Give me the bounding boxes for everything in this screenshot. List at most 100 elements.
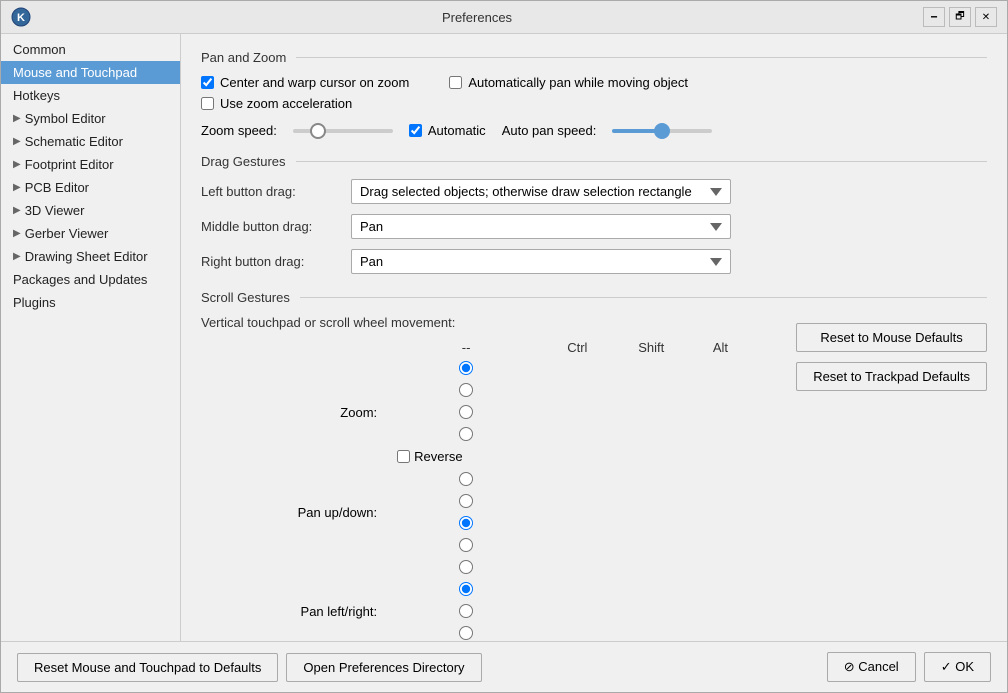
vertical-movement-label: Vertical touchpad or scroll wheel moveme… [201,315,780,330]
zoom-shift-cell [389,401,543,423]
window-title: Preferences [31,10,923,25]
panleftright-ctrl-radio[interactable] [459,582,473,596]
panleftright-default-radio[interactable] [459,560,473,574]
footer-left: Reset Mouse and Touchpad to Defaults Ope… [17,653,827,682]
footer-right: ⊘ Cancel ✓ OK [827,652,991,682]
col-alt-header: Alt [691,338,750,357]
reset-mouse-touchpad-button[interactable]: Reset Mouse and Touchpad to Defaults [17,653,278,682]
left-button-drag-select[interactable]: Drag selected objects; otherwise draw se… [351,179,731,204]
zoom-default-cell [389,357,543,379]
sidebar-label-mouse-touchpad: Mouse and Touchpad [13,65,137,80]
col-shift-header: Shift [612,338,691,357]
panupdown-ctrl-radio[interactable] [459,494,473,508]
sidebar-item-footprint-editor[interactable]: ▶ Footprint Editor [1,153,180,176]
sidebar-label-plugins: Plugins [13,295,56,310]
panupdown-shift-radio[interactable] [459,516,473,530]
center-warp-checkbox[interactable] [201,76,214,89]
preferences-window: K Preferences 🗕 🗗 ✕ Common Mouse and Tou… [0,0,1008,693]
content-area: Common Mouse and Touchpad Hotkeys ▶ Symb… [1,34,1007,641]
table-row: Pan up/down: [201,468,780,556]
sidebar-item-plugins[interactable]: Plugins [1,291,180,314]
sidebar-item-common[interactable]: Common [1,38,180,61]
chevron-icon: ▶ [13,182,21,193]
panupdown-default-cell [389,468,543,490]
panleftright-ctrl-cell [389,578,543,600]
right-button-drag-label: Right button drag: [201,254,351,269]
zoom-accel-checkbox[interactable] [201,97,214,110]
chevron-icon: ▶ [13,113,21,124]
col-reverse-header [750,338,780,357]
zoom-ctrl-radio[interactable] [459,383,473,397]
sidebar-label-drawing-sheet-editor: Drawing Sheet Editor [25,249,148,264]
maximize-button[interactable]: 🗗 [949,7,971,27]
sidebar-label-hotkeys: Hotkeys [13,88,60,103]
scroll-gestures-section: Scroll Gestures Vertical touchpad or scr… [201,290,987,641]
auto-pan-speed-slider[interactable] [612,129,712,133]
panleftright-shift-cell [389,600,543,622]
zoom-alt-radio[interactable] [459,427,473,441]
main-content: Pan and Zoom Center and warp cursor on z… [181,34,1007,641]
zoom-speed-slider[interactable] [293,129,393,133]
zoom-default-radio[interactable] [459,361,473,375]
sidebar-item-mouse-touchpad[interactable]: Mouse and Touchpad [1,61,180,84]
automatic-row: Automatic [409,123,486,138]
col-empty [201,338,389,357]
sidebar-item-symbol-editor[interactable]: ▶ Symbol Editor [1,107,180,130]
sidebar-item-hotkeys[interactable]: Hotkeys [1,84,180,107]
zoom-ctrl-cell [389,379,543,401]
drag-gestures-header: Drag Gestures [201,154,987,169]
reset-mouse-defaults-button[interactable]: Reset to Mouse Defaults [796,323,987,352]
col-ctrl-header: Ctrl [543,338,611,357]
sidebar-item-drawing-sheet-editor[interactable]: ▶ Drawing Sheet Editor [1,245,180,268]
sidebar-item-gerber-viewer[interactable]: ▶ Gerber Viewer [1,222,180,245]
sidebar: Common Mouse and Touchpad Hotkeys ▶ Symb… [1,34,181,641]
zoom-alt-cell [389,423,543,445]
ok-button[interactable]: ✓ OK [924,652,991,682]
panupdown-ctrl-cell [389,490,543,512]
sidebar-item-schematic-editor[interactable]: ▶ Schematic Editor [1,130,180,153]
panupdown-default-radio[interactable] [459,472,473,486]
panleftright-alt-cell [389,622,543,641]
drag-gestures-title: Drag Gestures [201,154,286,169]
pan-leftright-row-label: Pan left/right: [201,556,389,641]
section-divider [300,297,987,298]
auto-pan-speed-label: Auto pan speed: [502,123,597,138]
zoom-reverse-label[interactable]: Reverse [414,449,462,464]
zoom-reverse-checkbox[interactable] [397,450,410,463]
chevron-icon: ▶ [13,136,21,147]
drag-gestures-section: Drag Gestures Left button drag: Drag sel… [201,154,987,274]
panleftright-shift-radio[interactable] [459,604,473,618]
chevron-icon: ▶ [13,228,21,239]
auto-pan-speed-slider-container [612,129,712,133]
sidebar-label-common: Common [13,42,66,57]
cancel-button[interactable]: ⊘ Cancel [827,652,916,682]
sidebar-item-3d-viewer[interactable]: ▶ 3D Viewer [1,199,180,222]
automatic-checkbox[interactable] [409,124,422,137]
footer: Reset Mouse and Touchpad to Defaults Ope… [1,641,1007,692]
panleftright-alt-radio[interactable] [459,626,473,640]
sidebar-item-packages-updates[interactable]: Packages and Updates [1,268,180,291]
sidebar-label-3d-viewer: 3D Viewer [25,203,85,218]
middle-button-drag-select[interactable]: Pan Drag selected objects; otherwise dra… [351,214,731,239]
close-button[interactable]: ✕ [975,7,997,27]
zoom-shift-radio[interactable] [459,405,473,419]
pan-updown-row-label: Pan up/down: [201,468,389,556]
automatic-label[interactable]: Automatic [428,123,486,138]
pan-zoom-section: Pan and Zoom Center and warp cursor on z… [201,50,987,138]
panupdown-alt-radio[interactable] [459,538,473,552]
scroll-gestures-header: Scroll Gestures [201,290,987,305]
panleftright-default-cell [389,556,543,578]
sidebar-label-packages-updates: Packages and Updates [13,272,147,287]
sidebar-label-symbol-editor: Symbol Editor [25,111,106,126]
minimize-button[interactable]: 🗕 [923,7,945,27]
auto-pan-label[interactable]: Automatically pan while moving object [468,75,688,90]
zoom-accel-label[interactable]: Use zoom acceleration [220,96,352,111]
sidebar-item-pcb-editor[interactable]: ▶ PCB Editor [1,176,180,199]
open-preferences-directory-button[interactable]: Open Preferences Directory [286,653,481,682]
scroll-content: Vertical touchpad or scroll wheel moveme… [201,315,987,641]
auto-pan-checkbox[interactable] [449,76,462,89]
center-warp-label[interactable]: Center and warp cursor on zoom [220,75,409,90]
reset-trackpad-defaults-button[interactable]: Reset to Trackpad Defaults [796,362,987,391]
right-button-drag-select[interactable]: Pan Drag selected objects; otherwise dra… [351,249,731,274]
middle-button-drag-row: Middle button drag: Pan Drag selected ob… [201,214,987,239]
